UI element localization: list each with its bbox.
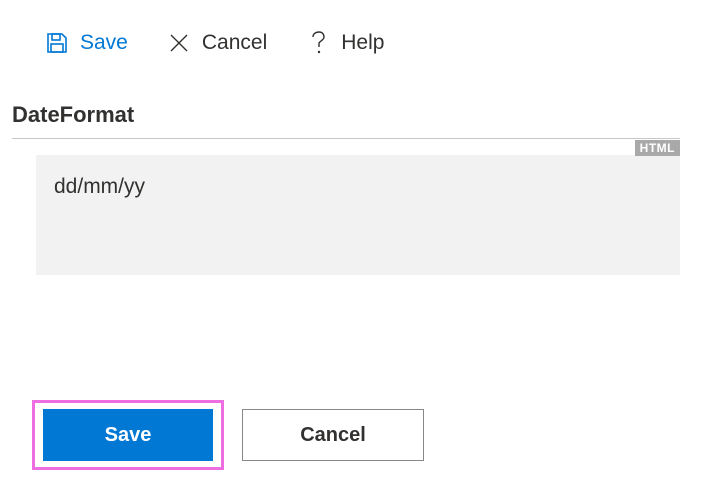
save-button-highlight: Save — [32, 400, 224, 470]
html-badge: HTML — [635, 140, 680, 156]
editor-container: HTML dd/mm/yy — [36, 155, 680, 275]
cancel-button[interactable]: Cancel — [242, 409, 424, 461]
field-value-editor[interactable]: dd/mm/yy — [36, 155, 680, 275]
save-button[interactable]: Save — [43, 409, 213, 461]
button-row: Save Cancel — [32, 400, 424, 470]
toolbar-save-label: Save — [80, 31, 128, 55]
toolbar: Save Cancel Help — [0, 0, 712, 56]
toolbar-cancel-label: Cancel — [202, 31, 267, 55]
help-icon — [305, 30, 331, 56]
save-icon — [44, 30, 70, 56]
toolbar-cancel-button[interactable]: Cancel — [166, 30, 267, 56]
toolbar-save-button[interactable]: Save — [44, 30, 128, 56]
field-label: DateFormat — [12, 102, 712, 138]
toolbar-help-button[interactable]: Help — [305, 30, 384, 56]
field-underline — [12, 138, 680, 139]
toolbar-help-label: Help — [341, 31, 384, 55]
close-icon — [166, 30, 192, 56]
